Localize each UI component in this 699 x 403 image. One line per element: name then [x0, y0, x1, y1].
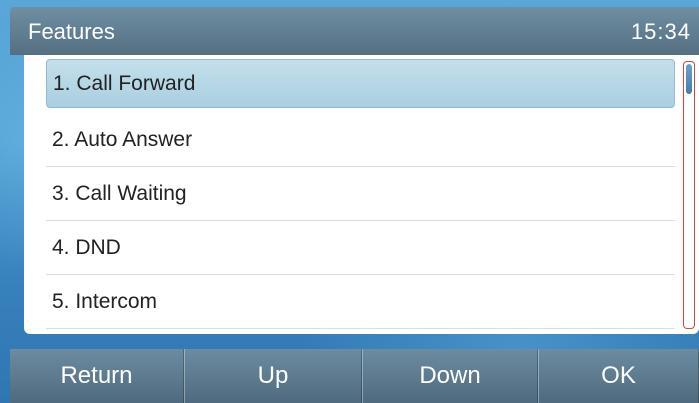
menu-item-label: 4. DND: [52, 236, 121, 259]
clock: 15:34: [630, 19, 691, 44]
menu-item-label: 1. Call Forward: [53, 72, 196, 95]
menu-item-call-forward[interactable]: 1. Call Forward: [46, 59, 675, 108]
title-bar: Features 15:34: [10, 7, 699, 55]
page-title: Features: [28, 19, 115, 44]
down-softkey[interactable]: Down: [362, 349, 538, 403]
menu-item-dnd[interactable]: 4. DND: [46, 222, 675, 275]
menu-item-intercom[interactable]: 5. Intercom: [46, 276, 675, 329]
menu-item-auto-answer[interactable]: 2. Auto Answer: [46, 114, 675, 167]
phone-screen: Features 15:34 1. Call Forward 2. Auto A…: [0, 0, 699, 403]
return-softkey[interactable]: Return: [10, 349, 184, 403]
softkey-bar: Return Up Down OK: [10, 349, 699, 403]
menu-item-call-waiting[interactable]: 3. Call Waiting: [46, 168, 675, 221]
menu-item-label: 2. Auto Answer: [52, 128, 193, 151]
ok-softkey[interactable]: OK: [538, 349, 699, 403]
menu-item-label: 5. Intercom: [52, 290, 158, 313]
features-menu-list: 1. Call Forward 2. Auto Answer 3. Call W…: [24, 55, 699, 334]
list-scrollbar[interactable]: [683, 61, 695, 329]
up-softkey[interactable]: Up: [184, 349, 362, 403]
menu-item-label: 3. Call Waiting: [52, 182, 187, 205]
scrollbar-thumb[interactable]: [686, 64, 692, 94]
